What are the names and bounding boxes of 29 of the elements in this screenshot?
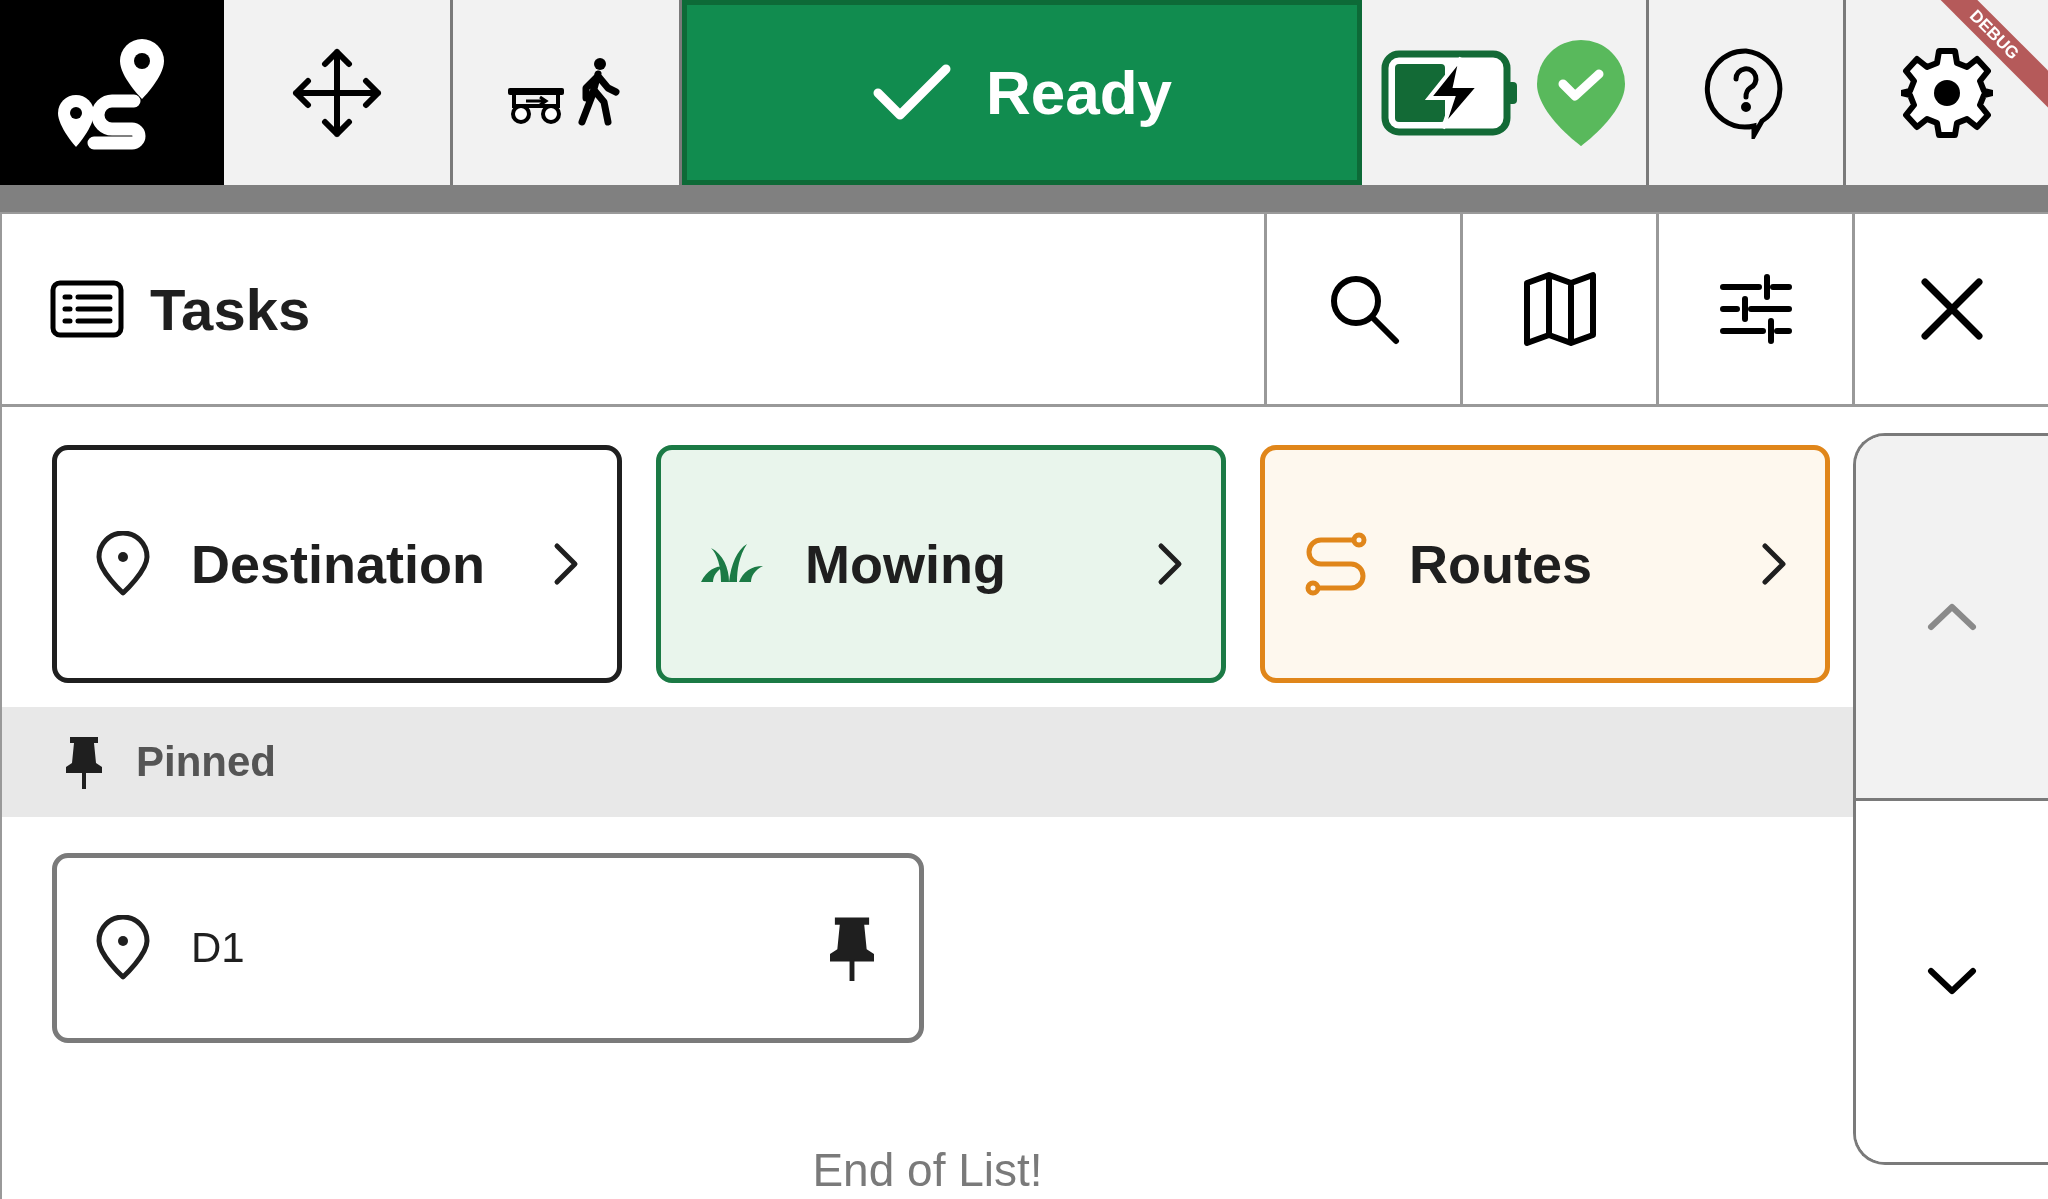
route-icon — [1303, 531, 1369, 597]
category-label: Destination — [191, 533, 487, 595]
pushpin-icon[interactable] — [827, 915, 877, 981]
location-check-icon — [1535, 37, 1627, 148]
location-pin-icon — [95, 531, 151, 597]
move-icon — [292, 47, 382, 138]
chevron-right-icon — [1157, 542, 1183, 586]
list-icon — [50, 280, 124, 338]
location-pin-icon — [95, 915, 151, 981]
category-card[interactable]: Destination — [52, 445, 622, 683]
chevron-right-icon — [553, 542, 579, 586]
chevron-up-icon — [1927, 602, 1977, 631]
close-icon — [1920, 278, 1983, 340]
section-title: Pinned — [136, 738, 276, 786]
category-label: Mowing — [805, 533, 1007, 595]
category-card[interactable]: Routes — [1260, 445, 1830, 683]
route-logo-button[interactable] — [0, 0, 224, 185]
item-label: D1 — [191, 924, 246, 972]
end-of-list-text: End of List! — [811, 1143, 1044, 1197]
chevron-down-icon — [1927, 967, 1977, 996]
status-text: Ready — [985, 57, 1173, 128]
category-card[interactable]: Mowing — [656, 445, 1226, 683]
map-icon — [1522, 271, 1597, 347]
sliders-icon — [1718, 273, 1793, 345]
pinned-item[interactable]: D1 — [52, 853, 924, 1043]
pushpin-icon — [64, 735, 104, 789]
category-label: Routes — [1409, 533, 1593, 595]
panel-title: Tasks — [150, 275, 311, 343]
chevron-right-icon — [1761, 542, 1787, 586]
